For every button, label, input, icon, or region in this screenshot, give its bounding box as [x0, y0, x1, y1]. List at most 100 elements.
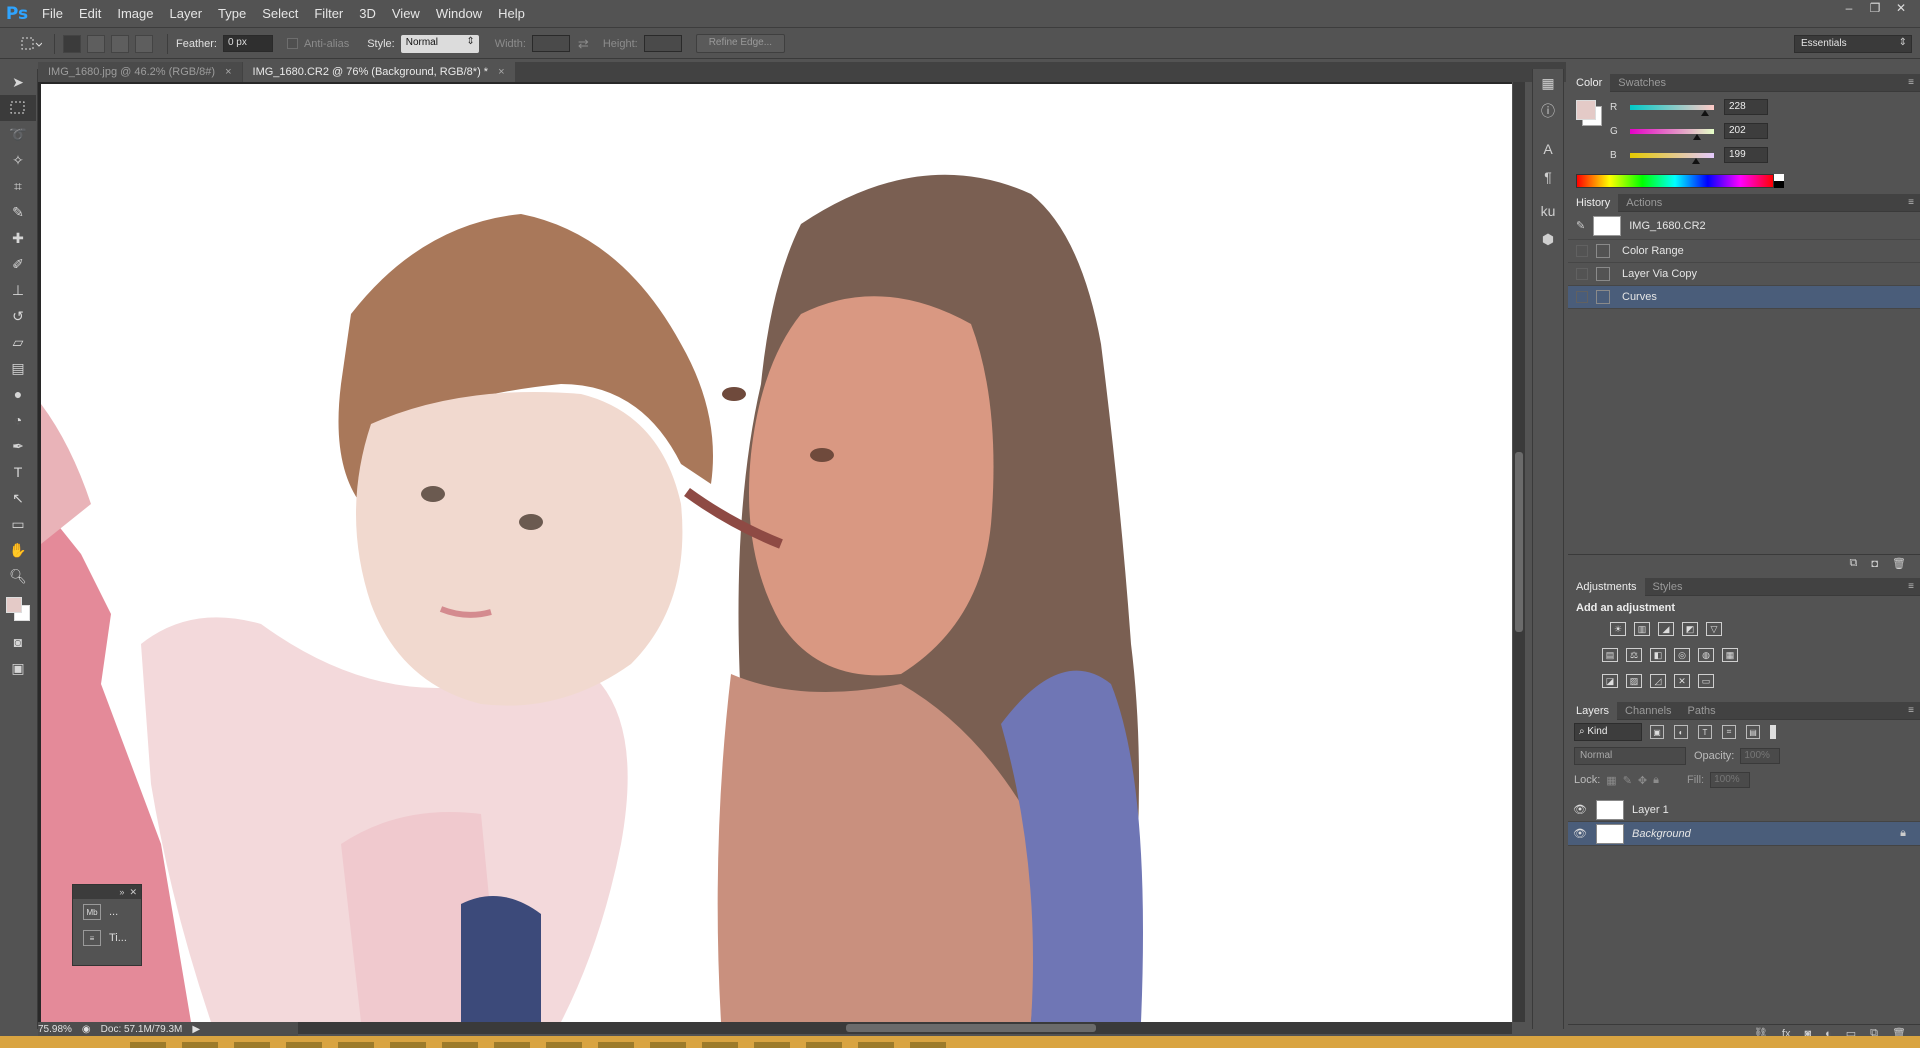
crop-tool-icon[interactable]: ⌗: [0, 173, 36, 199]
taskbar-item[interactable]: [442, 1042, 478, 1048]
levels-icon[interactable]: ▥: [1634, 622, 1650, 636]
tab-channels[interactable]: Channels: [1617, 702, 1679, 720]
quick-mask-icon[interactable]: ◙: [0, 629, 36, 655]
color-balance-icon[interactable]: ⚖: [1626, 648, 1642, 662]
taskbar-item[interactable]: [338, 1042, 374, 1048]
color-spectrum[interactable]: [1576, 174, 1774, 188]
blue-slider[interactable]: [1630, 152, 1714, 164]
adjustment-filter-icon[interactable]: ◐: [1674, 725, 1688, 739]
lock-transparent-icon[interactable]: ▦: [1606, 774, 1616, 787]
dodge-tool-icon[interactable]: ◔: [0, 407, 36, 433]
blur-tool-icon[interactable]: ●: [0, 381, 36, 407]
taskbar-item[interactable]: [494, 1042, 530, 1048]
pixel-filter-icon[interactable]: ▣: [1650, 725, 1664, 739]
add-selection-button[interactable]: [87, 34, 105, 53]
status-info-icon[interactable]: ◉: [82, 1024, 91, 1035]
panel-menu-icon[interactable]: ≡: [1908, 581, 1914, 592]
exposure-icon[interactable]: ◩: [1682, 622, 1698, 636]
menu-view[interactable]: View: [384, 0, 428, 28]
photo-filter-icon[interactable]: ◎: [1674, 648, 1690, 662]
histogram-icon[interactable]: ▦: [1533, 69, 1563, 97]
tab-history[interactable]: History: [1568, 193, 1619, 212]
history-state[interactable]: Curves: [1568, 286, 1920, 309]
swap-icon[interactable]: ⇄: [578, 36, 589, 52]
black-white-swatch[interactable]: [1774, 174, 1784, 188]
intersect-selection-button[interactable]: [135, 34, 153, 53]
red-slider[interactable]: [1630, 104, 1714, 116]
taskbar-item[interactable]: [598, 1042, 634, 1048]
close-icon[interactable]: ×: [498, 66, 504, 78]
selective-color-icon[interactable]: ✕: [1674, 674, 1690, 688]
tab-paths[interactable]: Paths: [1680, 702, 1724, 720]
hue-saturation-icon[interactable]: ▤: [1602, 648, 1618, 662]
invert-icon[interactable]: ◪: [1602, 674, 1618, 688]
menu-3d[interactable]: 3D: [351, 0, 384, 28]
antialias-checkbox[interactable]: [286, 38, 298, 49]
history-source-checkbox[interactable]: [1576, 245, 1588, 257]
move-tool-icon[interactable]: ➤: [0, 69, 36, 95]
visibility-eye-icon[interactable]: 👁︎: [1570, 827, 1590, 840]
new-document-from-state-icon[interactable]: ⧉: [1850, 557, 1858, 570]
magic-wand-icon[interactable]: ✧: [0, 147, 36, 173]
brush-tool-icon[interactable]: ✐: [0, 251, 36, 277]
type-filter-icon[interactable]: T: [1698, 725, 1712, 739]
expand-icon[interactable]: »: [119, 887, 124, 897]
red-value[interactable]: 228: [1724, 99, 1768, 115]
width-input[interactable]: [531, 35, 570, 52]
layer-row[interactable]: 👁︎ Background 🔒︎: [1568, 822, 1920, 846]
restore-button[interactable]: ❐: [1862, 0, 1888, 16]
green-value[interactable]: 202: [1724, 123, 1768, 139]
tab-layers[interactable]: Layers: [1568, 701, 1618, 720]
history-source-checkbox[interactable]: [1576, 291, 1588, 303]
vibrance-icon[interactable]: ▽: [1706, 622, 1722, 636]
screen-mode-icon[interactable]: ▣: [0, 655, 36, 681]
clone-stamp-icon[interactable]: ⊥: [0, 277, 36, 303]
taskbar-item[interactable]: [806, 1042, 842, 1048]
history-state[interactable]: Layer Via Copy: [1568, 263, 1920, 286]
shape-filter-icon[interactable]: ⌗: [1722, 725, 1736, 739]
eyedropper-icon[interactable]: ✎: [0, 199, 36, 225]
tab-styles[interactable]: Styles: [1645, 578, 1691, 596]
new-selection-button[interactable]: [63, 34, 81, 53]
path-selection-icon[interactable]: ↖: [0, 485, 36, 511]
menu-file[interactable]: File: [34, 0, 71, 28]
taskbar-item[interactable]: [130, 1042, 166, 1048]
lasso-tool-icon[interactable]: ➰: [0, 121, 36, 147]
curves-icon[interactable]: ◢: [1658, 622, 1674, 636]
style-select[interactable]: Normal: [400, 34, 479, 53]
color-lookup-icon[interactable]: ▦: [1722, 648, 1738, 662]
slider-knob[interactable]: [1692, 133, 1701, 140]
doc-tab-jpg[interactable]: IMG_1680.jpg @ 46.2% (RGB/8#) ×: [38, 62, 242, 82]
foreground-color-swatch[interactable]: [6, 597, 22, 613]
fill-input[interactable]: 100%: [1710, 772, 1751, 788]
tab-actions[interactable]: Actions: [1618, 194, 1670, 212]
healing-brush-icon[interactable]: ✚: [0, 225, 36, 251]
history-state[interactable]: Color Range: [1568, 240, 1920, 263]
hand-tool-icon[interactable]: ✋: [0, 537, 36, 563]
panel-menu-icon[interactable]: ≡: [1908, 77, 1914, 88]
lock-position-icon[interactable]: ✥: [1638, 774, 1647, 787]
tab-swatches[interactable]: Swatches: [1610, 74, 1674, 92]
taskbar-item[interactable]: [754, 1042, 790, 1048]
menu-window[interactable]: Window: [428, 0, 490, 28]
taskbar-item[interactable]: [390, 1042, 426, 1048]
close-icon[interactable]: ✕: [129, 887, 137, 898]
threshold-icon[interactable]: ◿: [1650, 674, 1666, 688]
paragraph-icon[interactable]: ¶: [1533, 163, 1563, 191]
workspace-select[interactable]: Essentials: [1794, 35, 1912, 53]
scroll-thumb[interactable]: [846, 1024, 1096, 1032]
brightness-icon[interactable]: ☀: [1610, 622, 1626, 636]
blend-mode-select[interactable]: Normal: [1574, 747, 1686, 765]
history-snapshot[interactable]: ✎ IMG_1680.CR2: [1568, 212, 1920, 240]
doc-tab-cr2[interactable]: IMG_1680.CR2 @ 76% (Background, RGB/8*) …: [242, 62, 515, 82]
refine-edge-button[interactable]: Refine Edge...: [695, 34, 786, 53]
visibility-eye-icon[interactable]: 👁︎: [1570, 803, 1590, 816]
channel-mixer-icon[interactable]: ◍: [1698, 648, 1714, 662]
smart-object-filter-icon[interactable]: ▤: [1746, 725, 1760, 739]
subtract-selection-button[interactable]: [111, 34, 129, 53]
marquee-tool-icon[interactable]: [0, 95, 36, 121]
slider-knob[interactable]: [1691, 157, 1700, 164]
taskbar-item[interactable]: [910, 1042, 946, 1048]
taskbar-item[interactable]: [650, 1042, 686, 1048]
type-tool-icon[interactable]: T: [0, 459, 36, 485]
